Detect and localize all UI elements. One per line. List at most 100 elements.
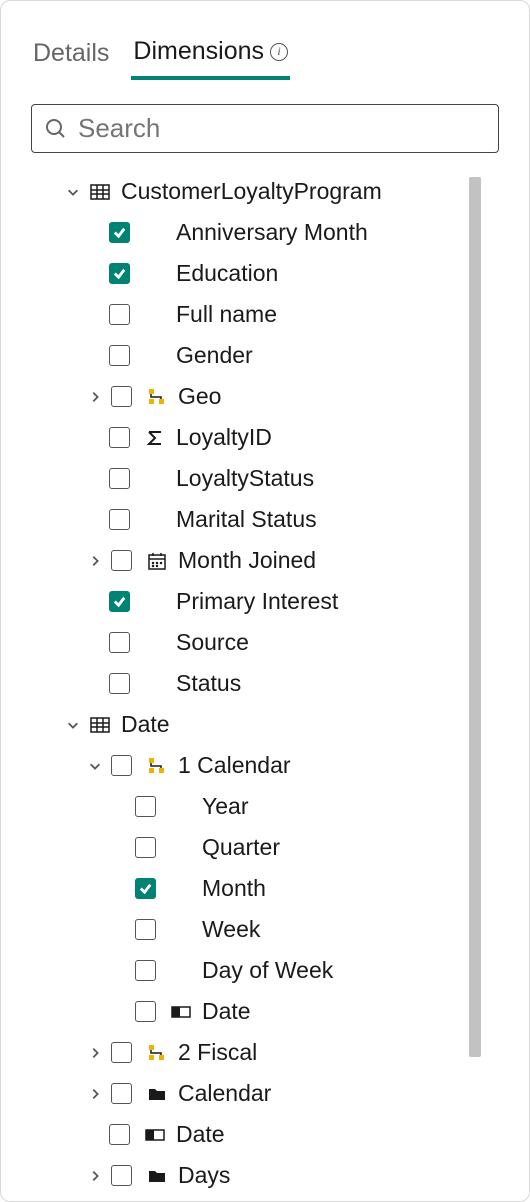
chevron-right-icon[interactable] xyxy=(85,1084,105,1104)
item-label: Day of Week xyxy=(202,959,333,982)
tree-node-customerloyalty[interactable]: CustomerLoyaltyProgram xyxy=(31,171,489,212)
folder-icon xyxy=(146,1165,168,1187)
tree-item-source[interactable]: Source xyxy=(31,622,489,663)
tab-details[interactable]: Details xyxy=(31,31,111,80)
tree-item-calendar[interactable]: Calendar xyxy=(31,1073,489,1114)
checkbox[interactable] xyxy=(109,591,130,612)
tree-item-cal1-date[interactable]: Date xyxy=(31,991,489,1032)
checkbox[interactable] xyxy=(109,632,130,653)
item-label: LoyaltyStatus xyxy=(176,467,314,490)
item-label: Month xyxy=(202,877,266,900)
chevron-right-icon[interactable] xyxy=(85,1166,105,1186)
search-input[interactable] xyxy=(78,113,486,144)
item-label: Month Joined xyxy=(178,549,316,572)
checkbox[interactable] xyxy=(135,796,156,817)
tab-bar: Details Dimensions i xyxy=(31,31,499,80)
field-icon xyxy=(144,1124,166,1146)
hierarchy-icon xyxy=(146,386,168,408)
table-icon xyxy=(89,181,111,203)
tree-item-week[interactable]: Week xyxy=(31,909,489,950)
checkbox[interactable] xyxy=(135,1001,156,1022)
item-label: Status xyxy=(176,672,241,695)
tree-item-fullname[interactable]: Full name xyxy=(31,294,489,335)
field-icon xyxy=(170,1001,192,1023)
tree-item-loyaltyid[interactable]: LoyaltyID xyxy=(31,417,489,458)
tree-item-gender[interactable]: Gender xyxy=(31,335,489,376)
item-label: Full name xyxy=(176,303,277,326)
tree-item-anniversary[interactable]: Anniversary Month xyxy=(31,212,489,253)
chevron-right-icon[interactable] xyxy=(85,1043,105,1063)
checkbox[interactable] xyxy=(111,550,132,571)
tree-item-dow[interactable]: Day of Week xyxy=(31,950,489,991)
dimensions-panel: Details Dimensions i CustomerLoyaltyProg… xyxy=(0,0,530,1202)
checkbox[interactable] xyxy=(109,509,130,530)
tree-scroll: CustomerLoyaltyProgram Anniversary Month… xyxy=(31,171,489,1201)
hierarchy-icon xyxy=(146,1042,168,1064)
checkbox[interactable] xyxy=(135,919,156,940)
tree-item-monthjoined[interactable]: Month Joined xyxy=(31,540,489,581)
item-label: Quarter xyxy=(202,836,280,859)
tree-item-education[interactable]: Education xyxy=(31,253,489,294)
tree-item-loyaltystatus[interactable]: LoyaltyStatus xyxy=(31,458,489,499)
item-label: Geo xyxy=(178,385,221,408)
checkbox[interactable] xyxy=(111,1165,132,1186)
hierarchy-icon xyxy=(146,755,168,777)
checkbox[interactable] xyxy=(109,222,130,243)
checkbox[interactable] xyxy=(135,837,156,858)
item-label: Source xyxy=(176,631,249,654)
search-box[interactable] xyxy=(31,104,499,153)
chevron-down-icon[interactable] xyxy=(85,756,105,776)
checkbox[interactable] xyxy=(135,960,156,981)
chevron-down-icon[interactable] xyxy=(63,182,83,202)
info-icon[interactable]: i xyxy=(270,43,288,61)
tree-item-primaryinterest[interactable]: Primary Interest xyxy=(31,581,489,622)
checkbox[interactable] xyxy=(109,427,130,448)
item-label: Marital Status xyxy=(176,508,317,531)
tree-item-status[interactable]: Status xyxy=(31,663,489,704)
tab-dimensions[interactable]: Dimensions i xyxy=(131,31,290,80)
checkbox[interactable] xyxy=(109,468,130,489)
checkbox[interactable] xyxy=(111,386,132,407)
tree-node-date[interactable]: Date xyxy=(31,704,489,745)
tree-item-month[interactable]: Month xyxy=(31,868,489,909)
item-label: Days xyxy=(178,1164,230,1187)
checkbox[interactable] xyxy=(109,345,130,366)
item-label: 2 Fiscal xyxy=(178,1041,257,1064)
checkbox[interactable] xyxy=(109,263,130,284)
chevron-right-icon[interactable] xyxy=(85,551,105,571)
item-label: Anniversary Month xyxy=(176,221,368,244)
item-label: Date xyxy=(202,1000,251,1023)
sigma-icon xyxy=(144,427,166,449)
chevron-right-icon[interactable] xyxy=(85,387,105,407)
item-label: Primary Interest xyxy=(176,590,338,613)
node-label: Date xyxy=(121,713,170,736)
folder-icon xyxy=(146,1083,168,1105)
checkbox[interactable] xyxy=(109,304,130,325)
checkbox[interactable] xyxy=(135,878,156,899)
checkbox[interactable] xyxy=(109,673,130,694)
table-icon xyxy=(89,714,111,736)
tree-item-maritalstatus[interactable]: Marital Status xyxy=(31,499,489,540)
item-label: 1 Calendar xyxy=(178,754,291,777)
calendar-icon xyxy=(146,550,168,572)
item-label: Week xyxy=(202,918,260,941)
item-label: Calendar xyxy=(178,1082,271,1105)
tree-item-quarter[interactable]: Quarter xyxy=(31,827,489,868)
tree-item-date2[interactable]: Date xyxy=(31,1114,489,1155)
tree-item-geo[interactable]: Geo xyxy=(31,376,489,417)
chevron-down-icon[interactable] xyxy=(63,715,83,735)
item-label: LoyaltyID xyxy=(176,426,272,449)
tree-item-cal1[interactable]: 1 Calendar xyxy=(31,745,489,786)
tab-dimensions-label: Dimensions xyxy=(133,37,264,66)
item-label: Date xyxy=(176,1123,225,1146)
tree-item-fiscal2[interactable]: 2 Fiscal xyxy=(31,1032,489,1073)
checkbox[interactable] xyxy=(111,1042,132,1063)
checkbox[interactable] xyxy=(109,1124,130,1145)
checkbox[interactable] xyxy=(111,1083,132,1104)
node-label: CustomerLoyaltyProgram xyxy=(121,180,382,203)
item-label: Gender xyxy=(176,344,253,367)
item-label: Year xyxy=(202,795,248,818)
checkbox[interactable] xyxy=(111,755,132,776)
tree-item-days[interactable]: Days xyxy=(31,1155,489,1196)
tree-item-year[interactable]: Year xyxy=(31,786,489,827)
